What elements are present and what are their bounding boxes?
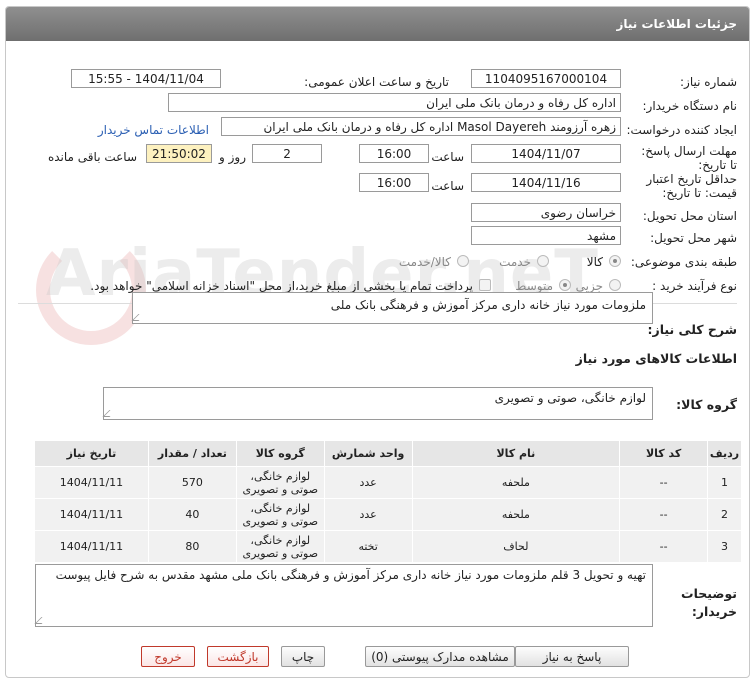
summary-text: ملزومات مورد نیاز خانه داری مرکز آموزش و…: [330, 298, 646, 312]
cell-row-no: 1: [707, 466, 742, 499]
validity-time-field: 16:00: [359, 173, 429, 192]
summary-label: شرح کلی نیاز:: [647, 322, 737, 337]
validity-date-field: 1404/11/16: [471, 173, 621, 192]
announce-label: تاریخ و ساعت اعلان عمومی:: [304, 75, 449, 89]
treasury-note: پرداخت تمام یا بخشی از مبلغ خرید،از محل …: [90, 279, 473, 293]
cell-name: لحاف: [411, 530, 621, 563]
cell-row-no: 2: [707, 498, 742, 531]
cell-code: --: [619, 530, 709, 563]
category-radio-goods[interactable]: [609, 255, 621, 267]
col-header-row-no: ردیف: [707, 440, 742, 467]
table-row: 1 -- ملحفه عدد لوازم خانگی، صوتی و تصویر…: [34, 466, 742, 499]
table-row: 3 -- لحاف تخته لوازم خانگی، صوتی و تصویر…: [34, 530, 742, 563]
cell-group: لوازم خانگی، صوتی و تصویری: [235, 466, 325, 499]
requester-field: زهره آرزومند Masol Dayereh اداره کل رفاه…: [221, 117, 621, 136]
deadline-date-field: 1404/11/07: [471, 144, 621, 163]
buyer-notes-label: توضیحات خریدار:: [681, 586, 737, 619]
purchase-option-minor: جزیی: [575, 279, 603, 293]
category-radio-both[interactable]: [457, 255, 469, 267]
col-header-name: نام کالا: [411, 440, 621, 467]
cell-unit: عدد: [323, 498, 413, 531]
cell-code: --: [619, 466, 709, 499]
need-number-label: شماره نیاز:: [680, 75, 737, 89]
treasury-checkbox[interactable]: [479, 279, 491, 291]
buyer-notes-text: تهیه و تحویل 3 قلم ملزومات مورد نیاز خان…: [55, 568, 646, 582]
goods-group-field: لوازم خانگی، صوتی و تصویری: [102, 387, 653, 420]
cell-qty: 80: [147, 530, 237, 563]
summary-field: ملزومات مورد نیاز خانه داری مرکز آموزش و…: [131, 292, 653, 324]
cell-date: 1404/11/11: [34, 466, 149, 499]
goods-section-title: اطلاعات کالاهای مورد نیاز: [575, 351, 737, 366]
category-option-goods: کالا: [586, 255, 603, 269]
city-field: مشهد: [471, 226, 621, 245]
category-option-both: کالا/خدمت: [398, 255, 451, 269]
col-header-date: تاریخ نیاز: [34, 440, 149, 467]
cell-name: ملحفه: [411, 466, 621, 499]
cell-group: لوازم خانگی، صوتی و تصویری: [235, 530, 325, 563]
reply-button[interactable]: پاسخ به نیاز: [515, 646, 629, 667]
cell-row-no: 3: [707, 530, 742, 563]
province-field: خراسان رضوی: [471, 203, 621, 222]
col-header-qty: تعداد / مقدار: [147, 440, 237, 467]
remaining-label: ساعت باقی مانده: [47, 150, 137, 164]
resize-grip-icon[interactable]: [34, 617, 49, 624]
announce-field: 1404/11/04 - 15:55: [71, 69, 221, 88]
cell-qty: 40: [147, 498, 237, 531]
category-label: طبقه بندی موضوعی:: [630, 255, 737, 269]
cell-group: لوازم خانگی، صوتی و تصویری: [235, 498, 325, 531]
exit-button[interactable]: خروج: [141, 646, 195, 667]
col-header-group: گروه کالا: [235, 440, 325, 467]
purchase-option-medium: متوسط: [515, 279, 553, 293]
cell-unit: تخته: [323, 530, 413, 563]
province-label: استان محل تحویل:: [642, 209, 737, 223]
need-number-field: 1104095167000104: [471, 69, 621, 88]
cell-code: --: [619, 498, 709, 531]
resize-grip-icon[interactable]: [131, 314, 146, 321]
table-header-row: ردیف کد کالا نام کالا واحد شمارش گروه کا…: [34, 440, 742, 467]
buyer-org-label: نام دستگاه خریدار:: [642, 99, 738, 113]
resize-grip-icon[interactable]: [102, 410, 117, 417]
category-option-service: خدمت: [499, 255, 531, 269]
purchase-radio-medium[interactable]: [559, 279, 571, 291]
back-button[interactable]: بازگشت: [207, 646, 269, 667]
goods-table: ردیف کد کالا نام کالا واحد شمارش گروه کا…: [34, 440, 742, 563]
buyer-org-field: اداره کل رفاه و درمان بانک ملی ایران: [168, 93, 621, 112]
category-radio-service[interactable]: [537, 255, 549, 267]
deadline-days-field: 2: [252, 144, 322, 163]
cell-unit: عدد: [323, 466, 413, 499]
print-button[interactable]: چاپ: [281, 646, 325, 667]
cell-date: 1404/11/11: [34, 530, 149, 563]
deadline-label: مهلت ارسال پاسخ: تا تاریخ:: [641, 144, 737, 172]
buyer-contact-link[interactable]: اطلاعات تماس خریدار: [98, 123, 209, 137]
goods-group-text: لوازم خانگی، صوتی و تصویری: [494, 391, 646, 405]
validity-time-label: ساعت: [431, 179, 464, 193]
cell-date: 1404/11/11: [34, 498, 149, 531]
table-row: 2 -- ملحفه عدد لوازم خانگی، صوتی و تصویر…: [34, 498, 742, 531]
goods-group-label: گروه کالا:: [676, 397, 737, 412]
cell-name: ملحفه: [411, 498, 621, 531]
col-header-unit: واحد شمارش: [323, 440, 413, 467]
city-label: شهر محل تحویل:: [650, 231, 737, 245]
validity-label: حداقل تاریخ اعتبار قیمت: تا تاریخ:: [646, 172, 737, 200]
purchase-type-label: نوع فرآیند خرید :: [652, 279, 737, 293]
details-window: جزئیات اطلاعات نیاز AriaTender.neT شماره…: [5, 6, 750, 678]
deadline-time-label: ساعت: [431, 150, 464, 164]
buyer-notes-field: تهیه و تحویل 3 قلم ملزومات مورد نیاز خان…: [34, 564, 653, 627]
deadline-time-field: 16:00: [359, 144, 429, 163]
cell-qty: 570: [147, 466, 237, 499]
remaining-time-field: 21:50:02: [146, 144, 212, 163]
col-header-code: کد کالا: [619, 440, 709, 467]
attachments-button[interactable]: مشاهده مدارک پیوستی (0): [365, 646, 515, 667]
requester-label: ایجاد کننده درخواست:: [626, 123, 737, 137]
window-title: جزئیات اطلاعات نیاز: [6, 7, 749, 41]
purchase-radio-minor[interactable]: [609, 279, 621, 291]
deadline-days-label: روز و: [219, 150, 246, 164]
